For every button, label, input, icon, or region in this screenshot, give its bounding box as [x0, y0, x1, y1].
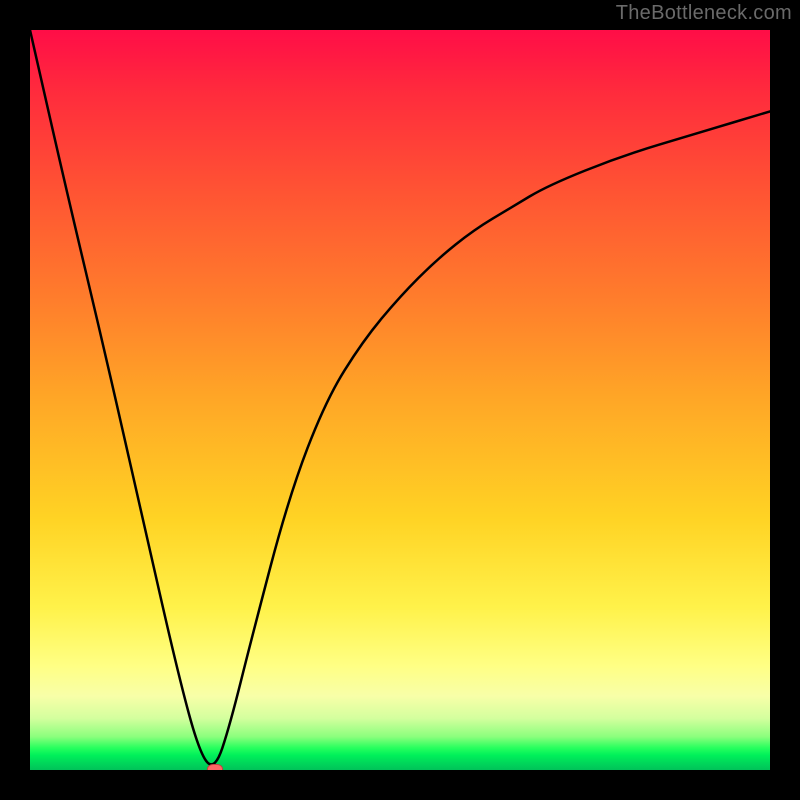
optimal-point-marker [207, 764, 223, 770]
watermark-text: TheBottleneck.com [616, 2, 792, 25]
curve-path [30, 30, 770, 764]
plot-area [30, 30, 770, 770]
chart-frame: TheBottleneck.com [0, 0, 800, 800]
bottleneck-curve [30, 30, 770, 770]
